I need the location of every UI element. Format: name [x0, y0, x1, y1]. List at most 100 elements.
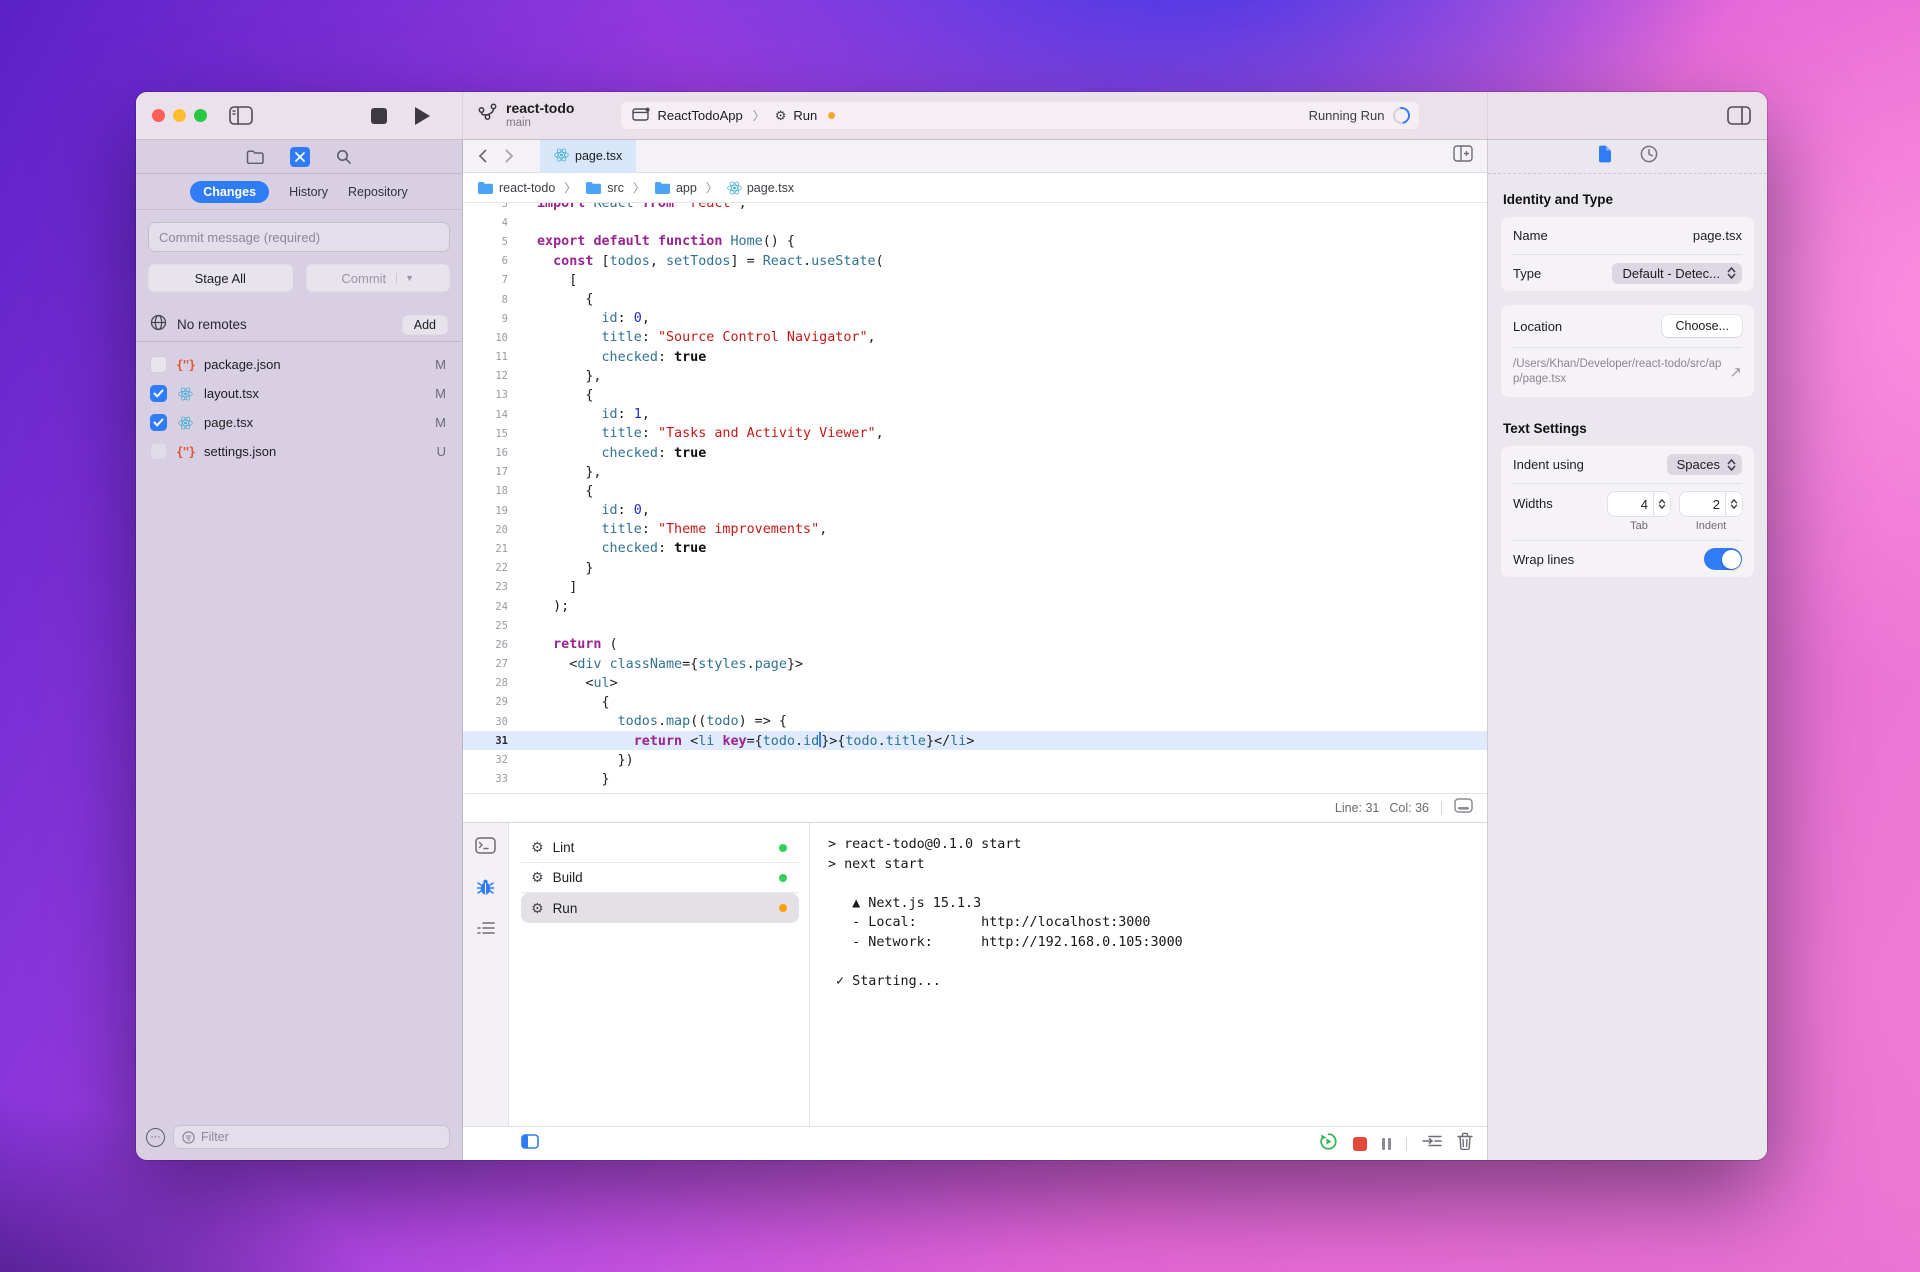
- back-icon[interactable]: [478, 149, 487, 163]
- task-row-lint[interactable]: ⚙Lint: [521, 833, 799, 863]
- file-checkbox[interactable]: [150, 385, 167, 402]
- toggle-right-sidebar-icon[interactable]: [1727, 106, 1751, 125]
- tab-width-stepper[interactable]: 4: [1608, 492, 1670, 516]
- editor-tab-page-tsx[interactable]: page.tsx: [540, 140, 636, 173]
- minimap-toggle-icon[interactable]: [1454, 798, 1473, 818]
- code-line[interactable]: 14 id: 1,: [463, 405, 1487, 424]
- code-line[interactable]: 13 {: [463, 386, 1487, 405]
- code-line[interactable]: 26 return (: [463, 635, 1487, 654]
- close-window-button[interactable]: [152, 109, 165, 122]
- code-line[interactable]: 28 <ul>: [463, 674, 1487, 693]
- breadcrumb-page.tsx[interactable]: page.tsx: [727, 181, 794, 195]
- code-line[interactable]: 15 title: "Tasks and Activity Viewer",: [463, 424, 1487, 443]
- open-in-finder-icon[interactable]: ↗: [1729, 363, 1742, 381]
- file-row-layout.tsx[interactable]: layout.tsxM: [136, 379, 462, 408]
- code-line[interactable]: 30 todos.map((todo) => {: [463, 712, 1487, 731]
- project-navigator-icon[interactable]: [246, 150, 264, 164]
- code-line[interactable]: 24 );: [463, 597, 1487, 616]
- debug-bar-toggle-icon[interactable]: [1422, 1134, 1442, 1153]
- file-inspector-icon[interactable]: [1597, 145, 1612, 168]
- stepper-arrows-icon[interactable]: [1725, 492, 1742, 516]
- inspector-tab-bar: [1488, 140, 1767, 174]
- code-line[interactable]: 6 const [todos, setTodos] = React.useSta…: [463, 252, 1487, 271]
- restart-run-icon[interactable]: [1319, 1132, 1338, 1156]
- code-line[interactable]: 10 title: "Source Control Navigator",: [463, 328, 1487, 347]
- code-line[interactable]: 33 }: [463, 770, 1487, 789]
- breadcrumb-src[interactable]: src: [585, 181, 624, 195]
- wrap-lines-toggle[interactable]: [1704, 548, 1742, 570]
- code-line[interactable]: 22 }: [463, 559, 1487, 578]
- code-line[interactable]: 12 },: [463, 367, 1487, 386]
- stop-button[interactable]: [371, 108, 387, 124]
- line-indicator: Line: 31: [1335, 801, 1379, 815]
- file-checkbox[interactable]: [150, 443, 167, 460]
- debug-bug-icon[interactable]: [476, 878, 495, 902]
- history-inspector-icon[interactable]: [1640, 145, 1658, 168]
- console-output[interactable]: > react-todo@0.1.0 start> next start ▲ N…: [809, 823, 1487, 1126]
- code-text: {: [537, 484, 593, 499]
- code-line[interactable]: 29 {: [463, 693, 1487, 712]
- trash-icon[interactable]: [1457, 1132, 1473, 1155]
- code-line[interactable]: 11 checked: true: [463, 348, 1487, 367]
- code-line[interactable]: 21 checked: true: [463, 539, 1487, 558]
- commit-button[interactable]: Commit▼: [306, 264, 451, 292]
- indent-width-stepper[interactable]: 2: [1680, 492, 1742, 516]
- pause-icon[interactable]: [1382, 1138, 1391, 1150]
- file-row-package.json[interactable]: {"}package.jsonM: [136, 350, 462, 379]
- filter-input[interactable]: Filter: [173, 1125, 450, 1149]
- forward-icon[interactable]: [505, 149, 514, 163]
- stage-all-button[interactable]: Stage All: [148, 264, 293, 292]
- add-remote-button[interactable]: Add: [402, 315, 448, 335]
- breadcrumb-app[interactable]: app: [654, 181, 697, 195]
- file-checkbox[interactable]: [150, 356, 167, 373]
- code-line[interactable]: 5export default function Home() {: [463, 232, 1487, 251]
- indent-using-select[interactable]: Spaces: [1667, 454, 1742, 475]
- file-checkbox[interactable]: [150, 414, 167, 431]
- tab-repository[interactable]: Repository: [348, 185, 408, 199]
- code-line[interactable]: 18 {: [463, 482, 1487, 501]
- code-line[interactable]: 27 <div className={styles.page}>: [463, 655, 1487, 674]
- window-controls: [152, 109, 207, 122]
- code-line[interactable]: 19 id: 0,: [463, 501, 1487, 520]
- console-layout-toggle-icon[interactable]: [521, 1134, 539, 1154]
- file-row-settings.json[interactable]: {"}settings.jsonU: [136, 437, 462, 466]
- scheme-bar[interactable]: ReactTodoApp 〉 ⚙ Run Running Run: [620, 101, 1420, 130]
- file-row-page.tsx[interactable]: page.tsxM: [136, 408, 462, 437]
- tab-changes[interactable]: Changes: [190, 181, 269, 203]
- choose-location-button[interactable]: Choose...: [1662, 315, 1742, 337]
- task-row-build[interactable]: ⚙Build: [521, 863, 799, 893]
- report-list-icon[interactable]: [477, 921, 495, 940]
- code-line[interactable]: 32 }): [463, 750, 1487, 769]
- run-button[interactable]: [415, 107, 430, 125]
- search-navigator-icon[interactable]: [336, 149, 352, 165]
- tab-history[interactable]: History: [289, 185, 328, 199]
- code-line[interactable]: 8 {: [463, 290, 1487, 309]
- stepper-arrows-icon[interactable]: [1653, 492, 1670, 516]
- commit-message-input[interactable]: Commit message (required): [148, 222, 450, 252]
- wrap-lines-label: Wrap lines: [1513, 552, 1704, 567]
- code-line[interactable]: 4: [463, 213, 1487, 232]
- code-line[interactable]: 9 id: 0,: [463, 309, 1487, 328]
- code-line[interactable]: 17 },: [463, 463, 1487, 482]
- console-strip-icon[interactable]: [475, 837, 496, 859]
- code-line[interactable]: 25: [463, 616, 1487, 635]
- code-line[interactable]: 7 [: [463, 271, 1487, 290]
- zoom-window-button[interactable]: [194, 109, 207, 122]
- code-line[interactable]: 31 return <li key={todo.id}>{todo.title}…: [463, 731, 1487, 750]
- stop-console-icon[interactable]: [1353, 1137, 1367, 1151]
- source-control-navigator-icon[interactable]: [290, 147, 310, 167]
- type-select[interactable]: Default - Detec...: [1612, 263, 1742, 284]
- breadcrumb-react-todo[interactable]: react-todo: [477, 181, 555, 195]
- widths-label: Widths: [1513, 492, 1608, 511]
- code-line[interactable]: 20 title: "Theme improvements",: [463, 520, 1487, 539]
- code-line[interactable]: 3import React from 'react';: [463, 203, 1487, 213]
- more-options-icon[interactable]: ⋯: [146, 1128, 165, 1147]
- toggle-left-sidebar-icon[interactable]: [229, 106, 253, 125]
- commit-dropdown-icon[interactable]: ▼: [396, 273, 414, 283]
- code-line[interactable]: 23 ]: [463, 578, 1487, 597]
- code-line[interactable]: 16 checked: true: [463, 443, 1487, 462]
- minimize-window-button[interactable]: [173, 109, 186, 122]
- task-row-run[interactable]: ⚙Run: [521, 893, 799, 923]
- source-editor[interactable]: 3import React from 'react';45export defa…: [463, 203, 1487, 793]
- split-editor-icon[interactable]: [1453, 145, 1487, 167]
